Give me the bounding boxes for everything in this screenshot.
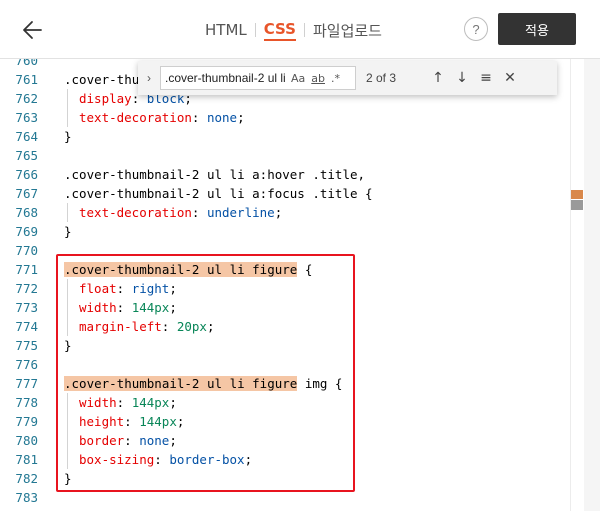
line-number: 768 bbox=[15, 205, 38, 220]
css-property: width bbox=[79, 395, 117, 410]
find-widget: › .cover-thumbnail-2 ul li figure Aa ab … bbox=[138, 61, 557, 95]
code-token: img { bbox=[297, 376, 343, 391]
css-value: 144px bbox=[131, 395, 170, 410]
css-property: margin-left bbox=[79, 319, 162, 334]
find-query: .cover-thumbnail-2 ul li figure bbox=[165, 71, 285, 85]
code-line: border: none; bbox=[79, 433, 177, 448]
code-line: width: 144px; bbox=[79, 300, 177, 315]
css-value: 144px bbox=[131, 300, 170, 315]
search-match-highlight: .cover-thumbnail-2 ul li figure bbox=[64, 376, 298, 391]
tab-divider bbox=[254, 23, 256, 37]
css-value: none bbox=[206, 110, 238, 125]
line-number: 763 bbox=[15, 110, 38, 125]
line-number: 767 bbox=[15, 186, 38, 201]
css-value: right bbox=[131, 281, 170, 296]
code-line: width: 144px; bbox=[79, 395, 177, 410]
code-line: height: 144px; bbox=[79, 414, 185, 429]
css-value: border-box bbox=[169, 452, 245, 467]
code-line: } bbox=[64, 471, 72, 486]
css-value: 20px bbox=[176, 319, 207, 334]
line-number: 772 bbox=[15, 281, 38, 296]
tab-css[interactable]: CSS bbox=[263, 20, 296, 41]
selection-icon[interactable]: ≡ bbox=[474, 70, 498, 86]
code-line: .cover-thumbnail-2 ul li figure img { bbox=[64, 374, 342, 393]
css-property: display bbox=[79, 91, 132, 106]
overview-ruler[interactable] bbox=[570, 59, 584, 511]
code-line: .cover-thu bbox=[64, 72, 140, 87]
scrollbar-thumb[interactable] bbox=[571, 200, 583, 210]
css-property: box-sizing bbox=[79, 452, 155, 467]
css-value: 144px bbox=[139, 414, 177, 429]
css-value: underline bbox=[206, 205, 275, 220]
line-number: 770 bbox=[15, 243, 38, 258]
code-area[interactable]: .cover-thu display: block; text-decorati… bbox=[64, 59, 569, 511]
line-number: 780 bbox=[15, 433, 38, 448]
apply-button[interactable]: 적용 bbox=[498, 13, 576, 45]
tab-file-upload[interactable]: 파일업로드 bbox=[313, 20, 382, 41]
line-number: 781 bbox=[15, 452, 38, 467]
code-line: .cover-thumbnail-2 ul li figure { bbox=[64, 260, 312, 279]
line-number: 782 bbox=[15, 471, 38, 486]
line-number: 778 bbox=[15, 395, 38, 410]
code-editor[interactable]: 760 761 762 763 764 765 766 767 768 769 … bbox=[0, 59, 600, 511]
code-line: margin-left: 20px; bbox=[79, 319, 215, 334]
line-number: 761 bbox=[15, 72, 38, 87]
code-line: .cover-thumbnail-2 ul li a:hover .title, bbox=[64, 167, 366, 182]
line-number: 764 bbox=[15, 129, 38, 144]
search-match-marker bbox=[571, 190, 583, 199]
back-button[interactable] bbox=[18, 14, 50, 46]
code-line: box-sizing: border-box; bbox=[79, 452, 253, 467]
whole-word-toggle[interactable]: ab bbox=[311, 72, 325, 85]
tab-html[interactable]: HTML bbox=[205, 21, 247, 39]
css-property: border bbox=[79, 433, 125, 448]
line-number: 760 bbox=[15, 59, 38, 68]
match-case-toggle[interactable]: Aa bbox=[291, 72, 305, 85]
line-number-gutter: 760 761 762 763 764 765 766 767 768 769 … bbox=[0, 59, 48, 511]
tab-divider bbox=[303, 23, 305, 37]
code-token: { bbox=[297, 262, 313, 277]
css-property: width bbox=[79, 300, 117, 315]
match-count: 2 of 3 bbox=[366, 71, 397, 85]
line-number: 779 bbox=[15, 414, 38, 429]
line-number: 774 bbox=[15, 319, 38, 334]
css-property: height bbox=[79, 414, 125, 429]
help-button[interactable]: ? bbox=[464, 17, 488, 41]
line-number: 775 bbox=[15, 338, 38, 353]
css-value: none bbox=[139, 433, 170, 448]
editor-tabs: HTML CSS 파일업로드 bbox=[205, 18, 382, 42]
code-line: } bbox=[64, 224, 72, 239]
search-match-highlight: .cover-thumbnail-2 ul li figure bbox=[64, 262, 298, 277]
line-number: 765 bbox=[15, 148, 38, 163]
css-property: text-decoration bbox=[79, 110, 192, 125]
close-icon[interactable]: ✕ bbox=[498, 70, 522, 86]
editor-header: HTML CSS 파일업로드 ? 적용 bbox=[0, 0, 600, 59]
regex-toggle[interactable]: .* bbox=[331, 72, 340, 85]
line-number: 771 bbox=[15, 262, 38, 277]
line-number: 776 bbox=[15, 357, 38, 372]
line-number: 783 bbox=[15, 490, 38, 505]
line-number: 766 bbox=[15, 167, 38, 182]
code-line: } bbox=[64, 338, 72, 353]
code-line: } bbox=[64, 129, 72, 144]
css-property: float bbox=[79, 281, 117, 296]
arrow-up-icon[interactable]: ↑ bbox=[426, 70, 450, 86]
code-line: float: right; bbox=[79, 281, 177, 296]
line-number: 777 bbox=[15, 376, 38, 391]
line-number: 769 bbox=[15, 224, 38, 239]
chevron-right-icon[interactable]: › bbox=[140, 71, 158, 85]
code-line: text-decoration: none; bbox=[79, 110, 245, 125]
code-line: text-decoration: underline; bbox=[79, 205, 283, 220]
line-number: 773 bbox=[15, 300, 38, 315]
css-property: text-decoration bbox=[79, 205, 192, 220]
arrow-down-icon[interactable]: ↓ bbox=[450, 70, 474, 86]
arrow-left-icon bbox=[23, 21, 42, 39]
find-input[interactable]: .cover-thumbnail-2 ul li figure Aa ab .* bbox=[160, 66, 356, 90]
code-line: .cover-thumbnail-2 ul li a:focus .title … bbox=[64, 186, 373, 201]
line-number: 762 bbox=[15, 91, 38, 106]
vertical-scrollbar[interactable] bbox=[584, 59, 600, 511]
